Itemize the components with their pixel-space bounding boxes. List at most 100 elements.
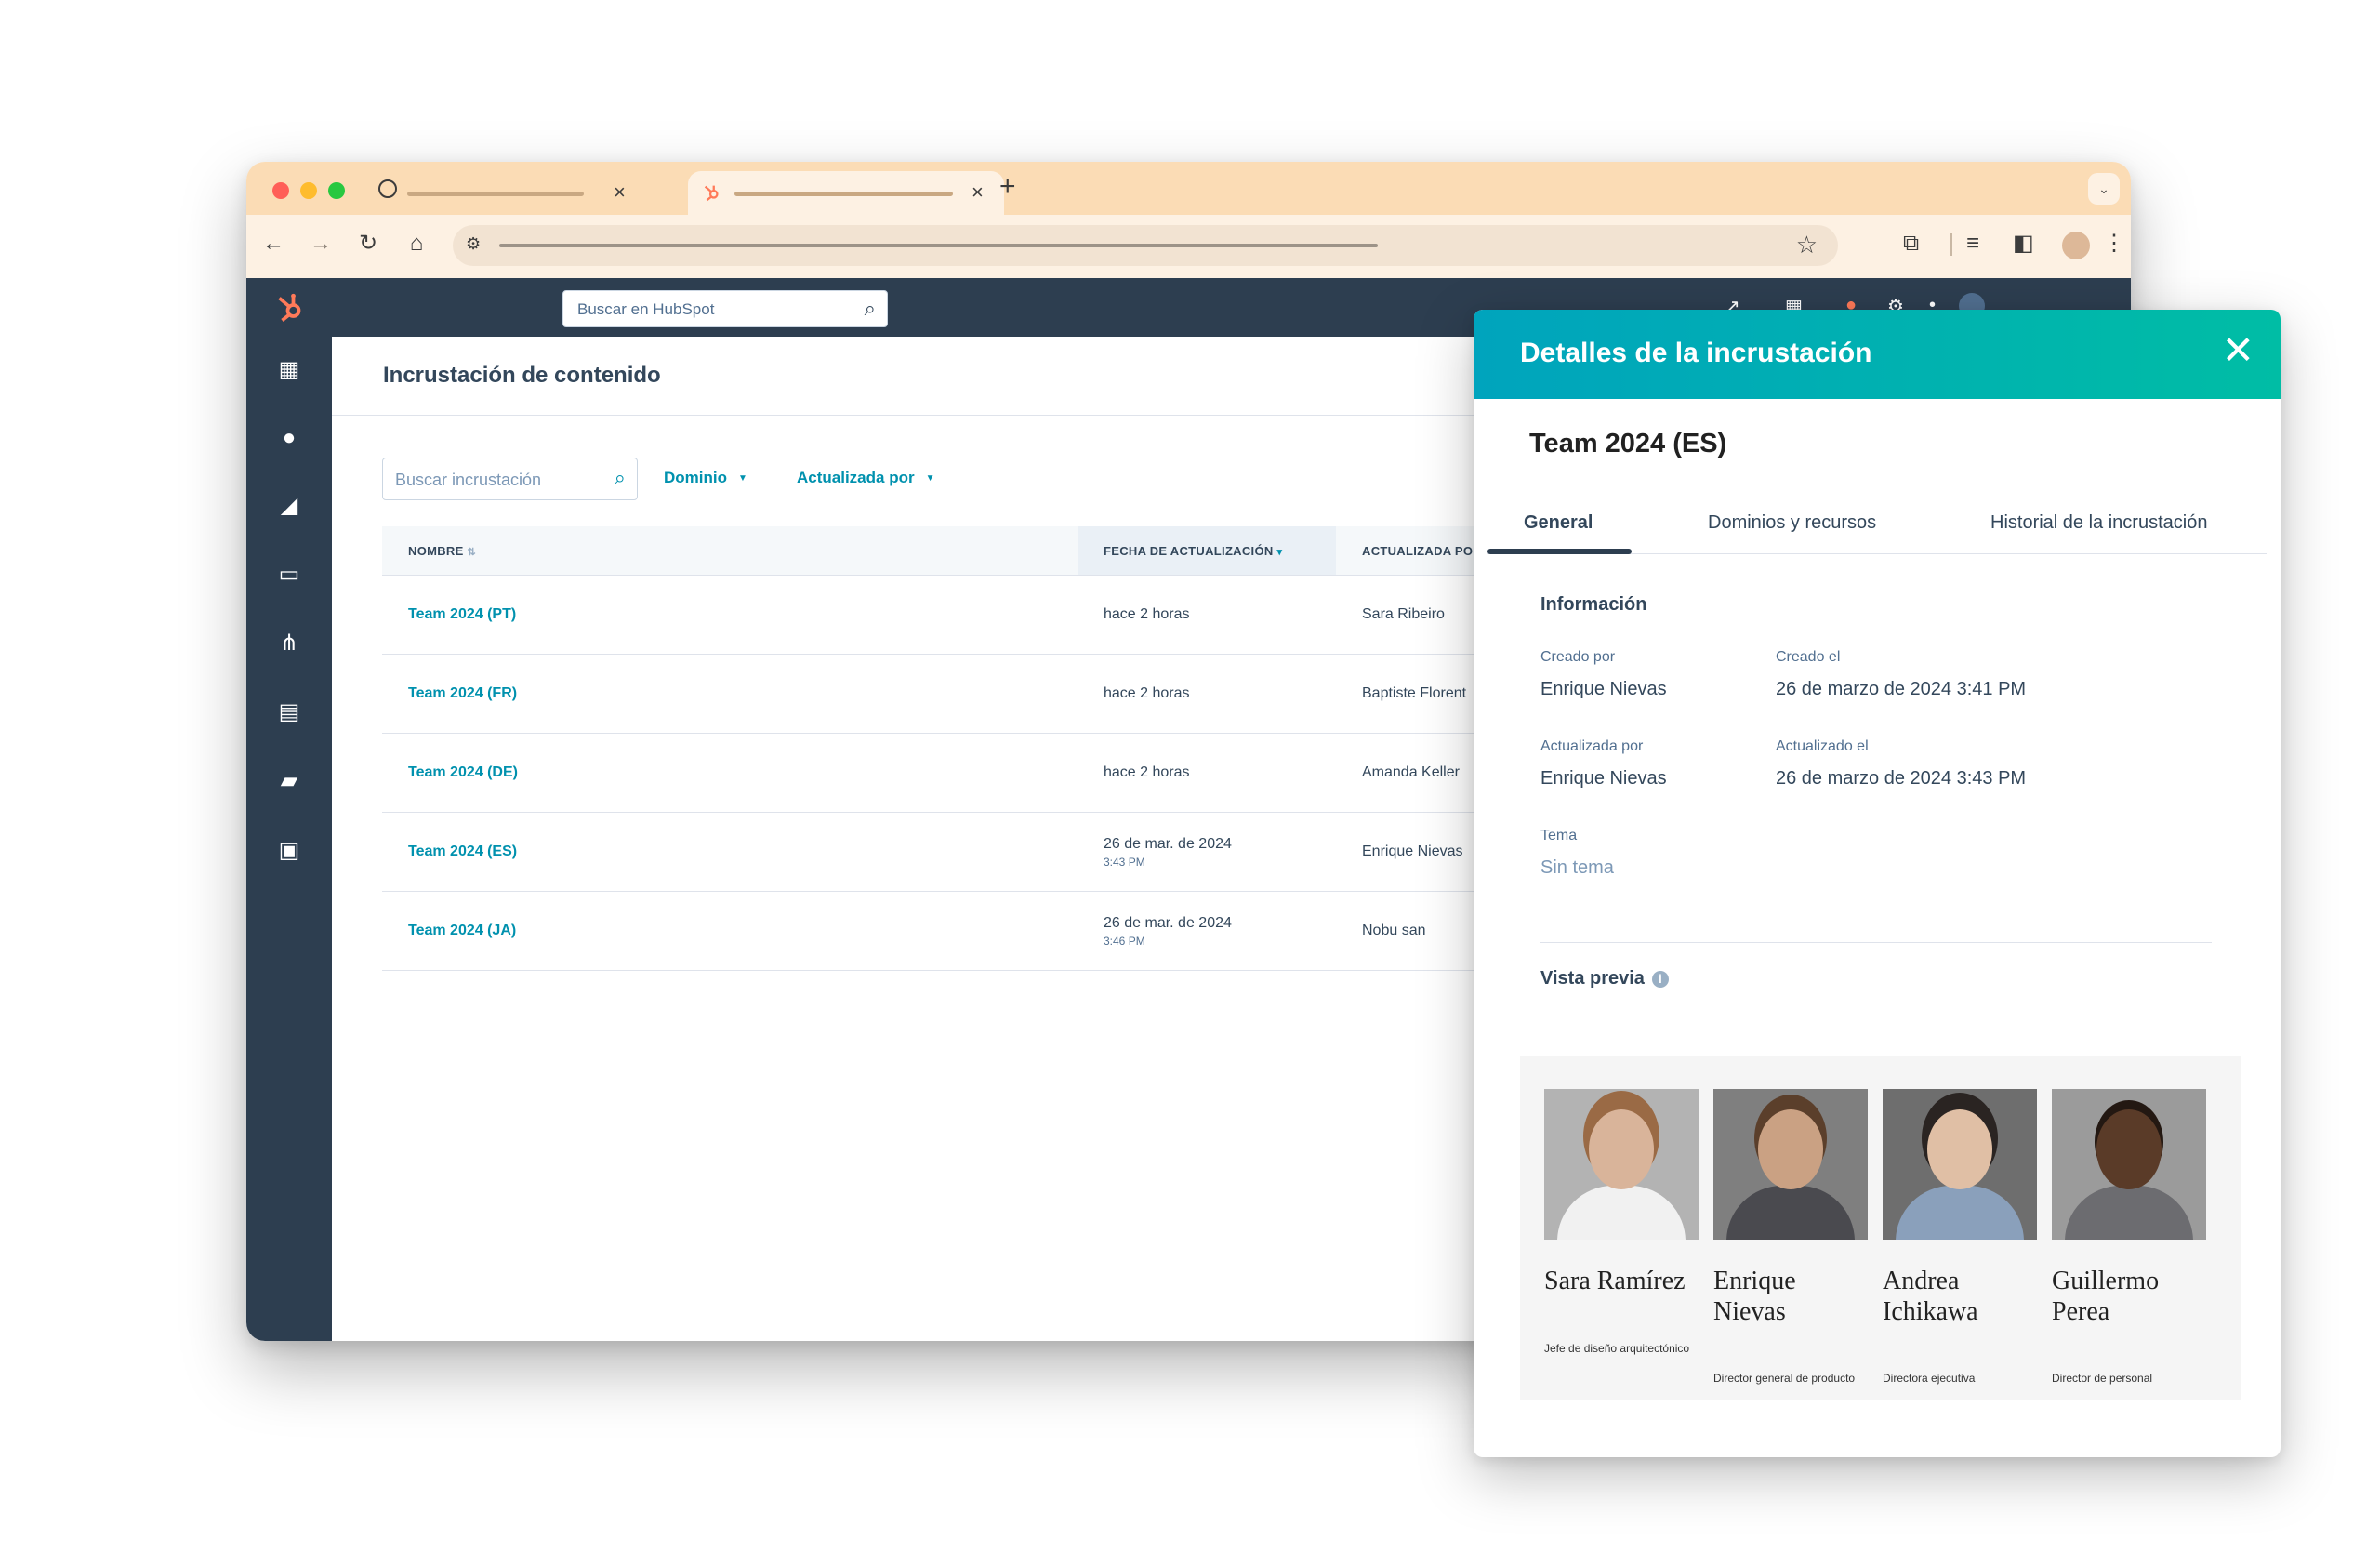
updated-on-label: Actualizado el: [1776, 738, 1869, 754]
preview-area: Sara Ramírez Jefe de diseño arquitectóni…: [1520, 1056, 2241, 1400]
person-name: Andrea Ichikawa: [1883, 1267, 1978, 1326]
maximize-window-button[interactable]: [328, 182, 345, 199]
updated-by-value: Enrique Nievas: [1540, 768, 1667, 789]
browser-tab-2[interactable]: ×: [688, 171, 1004, 215]
page-title: Incrustación de contenido: [383, 363, 661, 388]
section-divider: [1540, 942, 2212, 943]
global-search-placeholder: Buscar en HubSpot: [577, 300, 715, 318]
team-card: Enrique Nievas Director general de produ…: [1713, 1089, 1868, 1385]
info-icon[interactable]: i: [1651, 970, 1669, 988]
team-card: Guillermo Perea Director de personal: [2052, 1089, 2206, 1385]
extensions-icon[interactable]: ⧉: [1903, 230, 1919, 258]
bookmark-star-icon[interactable]: ☆: [1796, 231, 1818, 259]
caret-down-icon: ▼: [738, 473, 747, 484]
person-photo: [2052, 1089, 2206, 1240]
team-card: Sara Ramírez Jefe de diseño arquitectóni…: [1544, 1089, 1699, 1355]
address-bar[interactable]: ⚙ ☆: [453, 225, 1838, 266]
created-by-label: Creado por: [1540, 649, 1616, 665]
sort-desc-icon[interactable]: ▾: [1277, 547, 1283, 558]
row-updated-by: Nobu san: [1362, 923, 1426, 938]
row-name-link[interactable]: Team 2024 (ES): [408, 843, 517, 859]
close-icon[interactable]: ✕: [2222, 330, 2254, 371]
search-icon[interactable]: ⌕: [615, 466, 626, 490]
back-arrow-icon[interactable]: ←: [259, 230, 287, 258]
caret-down-icon: ▼: [925, 473, 935, 484]
updated-by-filter-dropdown[interactable]: Actualizada por ▼: [797, 469, 935, 487]
tab-general[interactable]: General: [1524, 512, 1593, 534]
active-tab-indicator: [1488, 549, 1632, 554]
sort-icon[interactable]: ⇅: [468, 547, 477, 558]
updated-by-filter-label: Actualizada por: [797, 469, 915, 486]
marketing-megaphone-icon[interactable]: ◢: [274, 491, 304, 521]
person-role: Director de personal: [2052, 1372, 2153, 1385]
row-updated-date: hace 2 horas: [1104, 764, 1190, 780]
preview-heading: Vista previa i: [1540, 968, 1669, 989]
hubspot-icon: [704, 185, 719, 202]
browser-tab-1[interactable]: ×: [363, 171, 641, 215]
tab-title-placeholder: [734, 192, 953, 196]
created-on-value: 26 de marzo de 2024 3:41 PM: [1776, 679, 2027, 699]
created-by-value: Enrique Nievas: [1540, 679, 1667, 699]
person-role: Jefe de diseño arquitectónico: [1544, 1342, 1690, 1355]
panel-title: Detalles de la incrustación: [1520, 338, 1872, 368]
toolbar-divider: [1950, 233, 1952, 256]
row-updated-date: hace 2 horas: [1104, 606, 1190, 622]
profile-avatar[interactable]: [2062, 232, 2090, 259]
site-settings-icon[interactable]: ⚙: [466, 234, 481, 254]
row-name-link[interactable]: Team 2024 (JA): [408, 923, 516, 938]
globe-icon: [378, 179, 397, 198]
media-image-icon[interactable]: ▣: [274, 836, 304, 866]
column-header-label: ACTUALIZADA POR: [1362, 543, 1482, 558]
row-name-link[interactable]: Team 2024 (FR): [408, 685, 517, 701]
column-header-label: NOMBRE: [408, 543, 464, 558]
close-tab-icon[interactable]: ×: [614, 180, 626, 205]
person-name: Guillermo Perea: [2052, 1267, 2160, 1326]
contacts-icon[interactable]: ●: [274, 423, 304, 453]
person-photo: [1544, 1089, 1699, 1240]
row-updated-time: 3:46 PM: [1104, 934, 1145, 948]
browser-toolbar: ← → ↻ ⌂ ⚙ ☆ ⧉ ≡ ◧ ⋮: [246, 215, 2131, 278]
new-tab-button[interactable]: +: [999, 173, 1016, 201]
tab-domains-resources[interactable]: Dominios y recursos: [1708, 512, 1876, 534]
row-name-link[interactable]: Team 2024 (DE): [408, 764, 518, 780]
row-updated-by: Enrique Nievas: [1362, 843, 1463, 859]
library-folder-icon[interactable]: ▰: [274, 766, 304, 796]
global-search-input[interactable]: Buscar en HubSpot ⌕: [562, 290, 888, 327]
row-name-link[interactable]: Team 2024 (PT): [408, 606, 516, 622]
reports-chart-icon[interactable]: ▤: [274, 697, 304, 727]
home-icon[interactable]: ⌂: [403, 230, 430, 258]
kebab-menu-icon[interactable]: ⋮: [2103, 230, 2125, 258]
media-control-icon[interactable]: ≡: [1966, 230, 1979, 258]
reload-icon[interactable]: ↻: [354, 230, 382, 258]
person-photo: [1713, 1089, 1868, 1240]
minimize-window-button[interactable]: [300, 182, 317, 199]
team-card: Andrea Ichikawa Directora ejecutiva: [1883, 1089, 2037, 1385]
embed-search-placeholder: Buscar incrustación: [395, 471, 542, 489]
side-panel-icon[interactable]: ◧: [2013, 230, 2034, 258]
panel-header: Detalles de la incrustación ✕: [1474, 310, 2281, 399]
content-window-icon[interactable]: ▭: [274, 560, 304, 590]
automation-tree-icon[interactable]: ⋔: [274, 629, 304, 658]
preview-heading-label: Vista previa: [1540, 968, 1645, 989]
search-icon[interactable]: ⌕: [865, 297, 876, 321]
column-header-updated-date[interactable]: FECHA DE ACTUALIZACIÓN ▾: [1078, 526, 1336, 576]
close-tab-icon[interactable]: ×: [972, 180, 984, 205]
domain-filter-dropdown[interactable]: Dominio ▼: [664, 469, 747, 487]
embed-search-input[interactable]: Buscar incrustación ⌕: [382, 458, 638, 500]
embed-details-panel: Detalles de la incrustación ✕ Team 2024 …: [1474, 310, 2281, 1457]
row-updated-by: Sara Ribeiro: [1362, 606, 1445, 622]
person-name: Enrique Nievas: [1713, 1267, 1796, 1326]
tab-search-button[interactable]: ⌄: [2088, 173, 2120, 205]
row-updated-time: 3:43 PM: [1104, 855, 1145, 869]
hubspot-logo-icon[interactable]: [272, 291, 306, 325]
row-updated-date: 26 de mar. de 2024: [1104, 914, 1232, 931]
forward-arrow-icon[interactable]: →: [307, 230, 335, 258]
created-on-label: Creado el: [1776, 649, 1841, 665]
updated-on-value: 26 de marzo de 2024 3:43 PM: [1776, 768, 2027, 789]
close-window-button[interactable]: [272, 182, 289, 199]
tab-embed-history[interactable]: Historial de la incrustación: [1990, 512, 2207, 534]
domain-filter-label: Dominio: [664, 469, 727, 486]
dashboard-icon[interactable]: ▦: [274, 355, 304, 385]
url-placeholder: [499, 244, 1378, 247]
column-header-name[interactable]: NOMBRE ⇅: [382, 526, 1078, 576]
